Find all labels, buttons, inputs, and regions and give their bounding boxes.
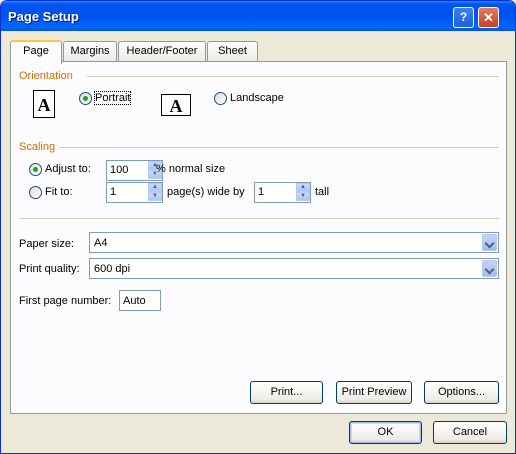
close-button[interactable]: ✕ [478, 7, 499, 28]
fit-to-wide-suffix: page(s) wide by [167, 186, 245, 198]
paper-size-value: A4 [94, 237, 108, 249]
section-divider [19, 218, 499, 219]
print-preview-button[interactable]: Print Preview [336, 381, 412, 404]
cancel-button[interactable]: Cancel [433, 421, 507, 444]
fit-to-label[interactable]: Fit to: [45, 186, 73, 198]
first-page-number-value: Auto [123, 295, 146, 307]
first-page-number-label: First page number: [19, 295, 112, 307]
fit-to-radio[interactable] [29, 186, 42, 199]
fit-to-tall-spinner[interactable]: 1 ▲ ▼ [254, 182, 311, 203]
orientation-divider [87, 76, 499, 77]
landscape-label[interactable]: Landscape [230, 92, 284, 104]
chevron-down-icon[interactable] [482, 260, 497, 277]
spin-down-icon[interactable]: ▼ [148, 192, 162, 201]
tab-header-footer[interactable]: Header/Footer [118, 41, 206, 62]
landscape-icon-glyph: A [169, 96, 183, 116]
landscape-radio[interactable] [214, 92, 227, 105]
portrait-radio[interactable] [79, 92, 92, 105]
adjust-to-spinner[interactable]: 100 ▲ ▼ [106, 160, 163, 181]
tab-sheet[interactable]: Sheet [207, 41, 258, 62]
paper-size-label: Paper size: [19, 238, 75, 250]
tab-page[interactable]: Page [10, 40, 62, 64]
page-setup-dialog: Page Setup ? ✕ Page Margins Header/Foote… [0, 0, 516, 454]
spin-up-icon[interactable]: ▲ [296, 183, 310, 192]
chevron-down-icon[interactable] [482, 234, 497, 251]
tab-margins[interactable]: Margins [63, 41, 117, 62]
adjust-to-label[interactable]: Adjust to: [45, 163, 91, 175]
fit-to-wide-value: 1 [110, 186, 117, 198]
portrait-label[interactable]: Portrait [93, 91, 132, 105]
tab-sheet-label: Sheet [218, 45, 247, 57]
tab-page-label: Page [23, 45, 49, 57]
adjust-to-suffix: % normal size [156, 163, 226, 175]
portrait-page-icon: A [33, 90, 55, 118]
options-button[interactable]: Options... [424, 381, 499, 404]
tab-margins-label: Margins [70, 45, 110, 57]
help-icon: ? [459, 10, 468, 24]
scaling-divider [59, 147, 499, 148]
spin-up-icon[interactable]: ▲ [148, 183, 162, 192]
help-button[interactable]: ? [453, 7, 474, 28]
paper-size-select[interactable]: A4 [89, 232, 499, 253]
print-quality-select[interactable]: 600 dpi [89, 258, 499, 279]
fit-to-tall-suffix: tall [315, 186, 330, 198]
adjust-to-value: 100 [110, 164, 129, 176]
orientation-group-label: Orientation [19, 70, 73, 82]
close-icon: ✕ [483, 10, 494, 25]
print-quality-value: 600 dpi [94, 263, 131, 275]
fit-to-wide-spinner[interactable]: 1 ▲ ▼ [106, 182, 163, 203]
print-button[interactable]: Print... [250, 381, 323, 404]
title-bar[interactable]: Page Setup ? ✕ [1, 1, 515, 31]
ok-button[interactable]: OK [349, 421, 422, 444]
portrait-icon-glyph: A [37, 95, 51, 115]
adjust-to-radio[interactable] [29, 163, 42, 176]
print-quality-label: Print quality: [19, 263, 80, 275]
fit-to-tall-value: 1 [258, 186, 265, 198]
landscape-page-icon: A [161, 94, 191, 116]
tab-header-footer-label: Header/Footer [126, 45, 198, 57]
spin-down-icon[interactable]: ▼ [296, 192, 310, 201]
dialog-title: Page Setup [8, 9, 79, 24]
page-tab-panel: Orientation A Portrait A Landscape Scali… [10, 61, 507, 414]
first-page-number-input[interactable]: Auto [119, 290, 161, 311]
scaling-group-label: Scaling [19, 141, 56, 153]
